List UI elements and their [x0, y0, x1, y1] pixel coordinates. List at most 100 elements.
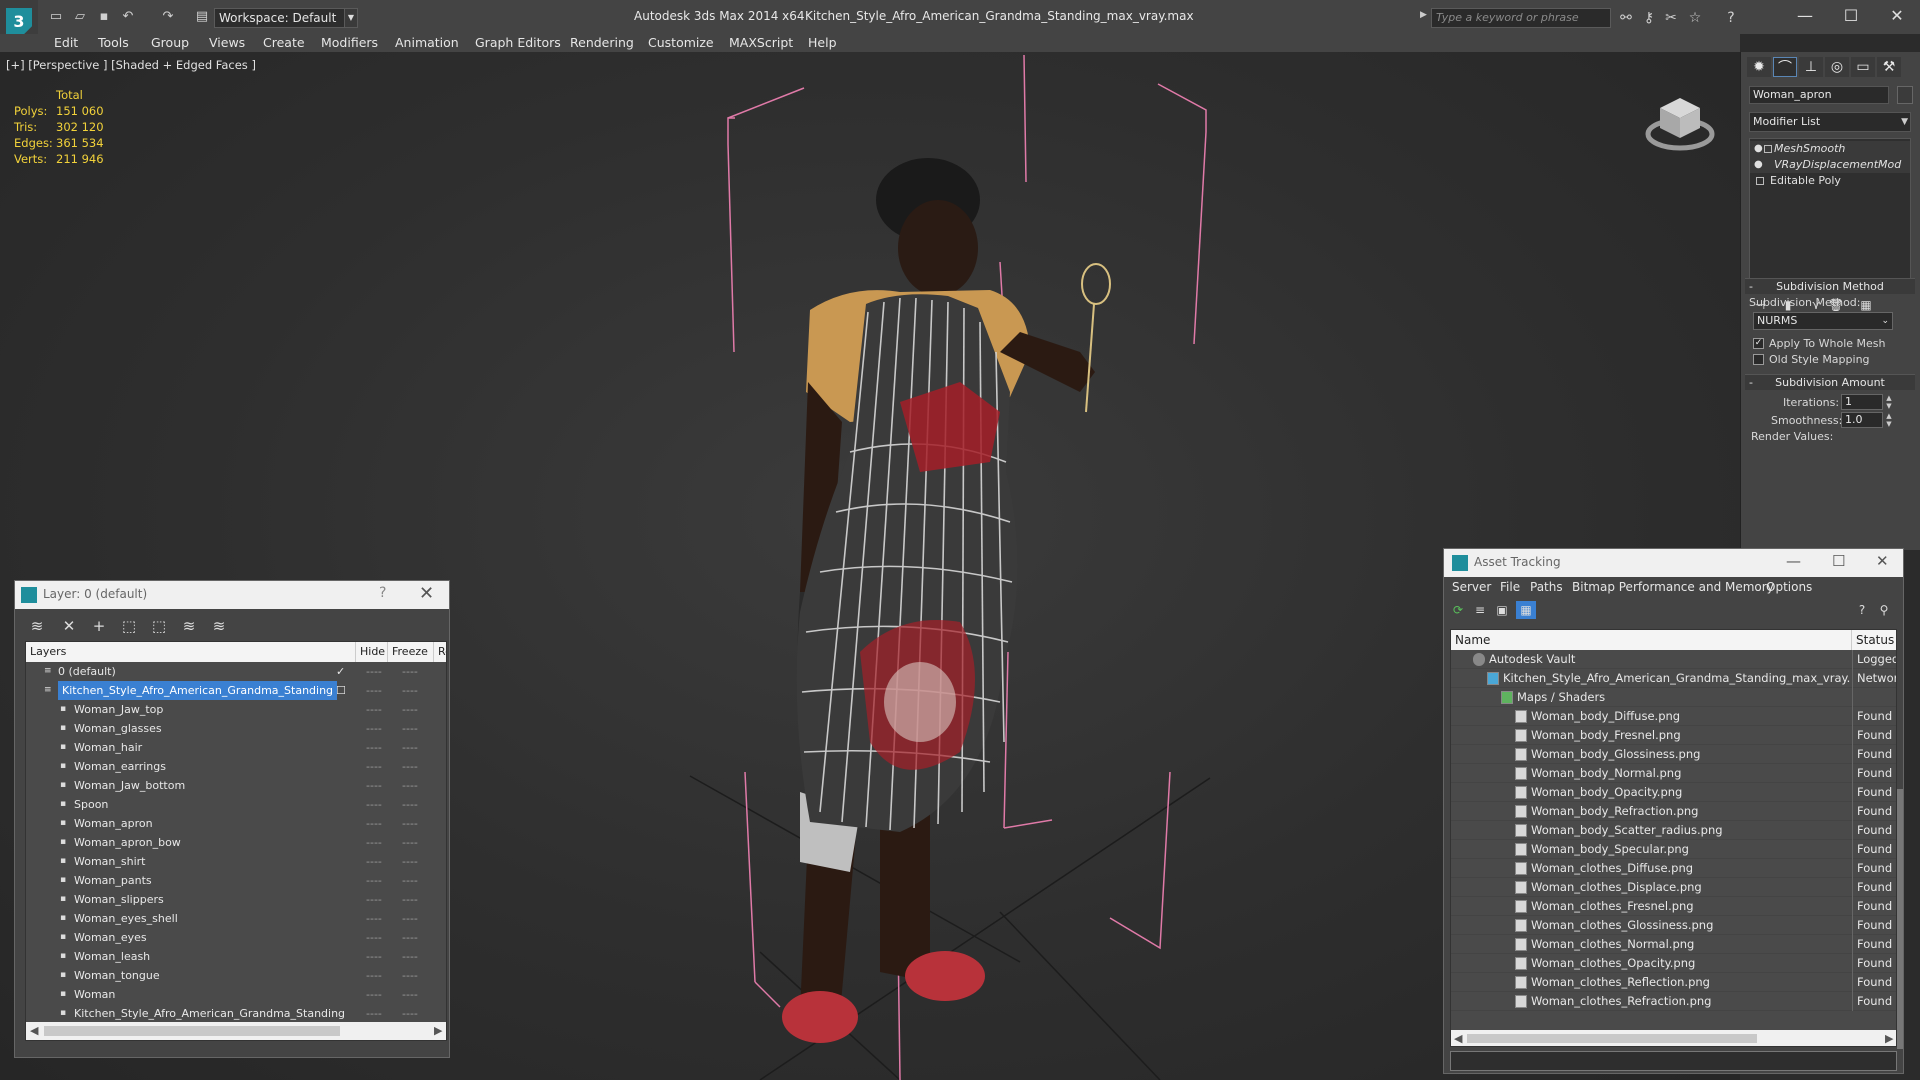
modify-tab-icon[interactable]: ⌒	[1773, 57, 1797, 77]
asset-menu-options[interactable]: Options	[1766, 580, 1812, 594]
maximize-button[interactable]: ☐	[1832, 552, 1845, 570]
asset-row[interactable]: Woman_body_Refraction.png Found	[1451, 802, 1896, 821]
layer-name[interactable]: Woman_pants	[74, 871, 152, 890]
horizontal-scrollbar[interactable]: ◀ ▶	[26, 1022, 446, 1040]
col-hide[interactable]: Hide	[356, 642, 388, 662]
menu-help[interactable]: Help	[808, 34, 837, 52]
close-button[interactable]: ✕	[1874, 2, 1920, 30]
display-tab-icon[interactable]: ▭	[1851, 57, 1875, 77]
hide-toggle[interactable]: ----	[366, 890, 382, 909]
layer-row[interactable]: ▪ Spoon ---- ----	[26, 795, 446, 814]
stack-item-vraydisplacement[interactable]: ● VRayDisplacementMod	[1750, 157, 1910, 173]
table-view-icon[interactable]: ▦	[1516, 601, 1536, 619]
workspace-dropdown-button[interactable]: ▼	[344, 8, 358, 28]
asset-row[interactable]: Woman_body_Opacity.png Found	[1451, 783, 1896, 802]
subdivision-method-dropdown[interactable]: NURMS ⌄	[1753, 312, 1893, 330]
help-icon[interactable]: ?	[1852, 601, 1872, 619]
asset-path-field[interactable]	[1450, 1051, 1897, 1071]
layer-row[interactable]: ▪ Woman_eyes_shell ---- ----	[26, 909, 446, 928]
layer-name[interactable]: Woman_earrings	[74, 757, 166, 776]
menu-views[interactable]: Views	[209, 34, 245, 52]
light-bulb-icon[interactable]: ●	[1754, 141, 1763, 157]
layer-name[interactable]: Kitchen_Style_Afro_American_Grandma_Stan…	[74, 1004, 345, 1023]
expand-box-icon[interactable]	[1756, 177, 1764, 185]
layer-name[interactable]: Woman_leash	[74, 947, 150, 966]
hide-toggle[interactable]: ----	[366, 814, 382, 833]
freeze-toggle[interactable]: ----	[402, 700, 418, 719]
undo-icon[interactable]: ↶	[120, 9, 136, 25]
old-style-mapping-checkbox[interactable]	[1753, 354, 1764, 365]
object-color-swatch[interactable]	[1897, 86, 1913, 104]
spinner-arrows-icon[interactable]: ▲ ▼	[1885, 394, 1893, 410]
menu-modifiers[interactable]: Modifiers	[321, 34, 378, 52]
hide-toggle[interactable]: ----	[366, 738, 382, 757]
vertical-scrollbar[interactable]	[1897, 789, 1903, 1049]
stack-item-meshsmooth[interactable]: ● MeshSmooth	[1750, 141, 1910, 157]
layer-row[interactable]: ▪ Woman_apron ---- ----	[26, 814, 446, 833]
layer-row[interactable]: ▪ Woman_tongue ---- ----	[26, 966, 446, 985]
utilities-tab-icon[interactable]: ⚒	[1877, 57, 1901, 77]
maximize-button[interactable]: ☐	[1828, 2, 1874, 30]
asset-menu-bitmap[interactable]: Bitmap Performance and Memory	[1572, 580, 1774, 594]
minimize-button[interactable]: —	[1786, 552, 1801, 570]
menu-edit[interactable]: Edit	[54, 34, 78, 52]
layer-name[interactable]: Woman_Jaw_bottom	[74, 776, 185, 795]
add-layer-icon[interactable]: +	[89, 616, 109, 636]
layer-name[interactable]: 0 (default)	[58, 662, 116, 681]
stack-item-editable-poly[interactable]: Editable Poly	[1750, 173, 1910, 189]
freeze-toggle[interactable]: ----	[402, 985, 418, 1004]
layer-name[interactable]: Kitchen_Style_Afro_American_Grandma_Stan…	[58, 681, 338, 700]
scrollbar-thumb[interactable]	[1467, 1034, 1757, 1043]
col-freeze[interactable]: Freeze	[388, 642, 434, 662]
menu-rendering[interactable]: Rendering	[570, 34, 634, 52]
open-file-icon[interactable]: ▱	[72, 9, 88, 25]
freeze-toggle[interactable]: ----	[402, 1004, 418, 1023]
binoculars-icon[interactable]: ⚯	[1617, 9, 1635, 27]
hide-toggle[interactable]: ----	[366, 681, 382, 700]
signin-icon[interactable]: ✂	[1662, 9, 1680, 27]
horizontal-scrollbar[interactable]: ◀ ▶	[1451, 1030, 1896, 1046]
asset-row[interactable]: Woman_clothes_Fresnel.png Found	[1451, 897, 1896, 916]
freeze-toggle[interactable]: ----	[402, 947, 418, 966]
expand-box-icon[interactable]	[1764, 145, 1772, 153]
asset-row[interactable]: Woman_clothes_Opacity.png Found	[1451, 954, 1896, 973]
scroll-left-icon[interactable]: ◀	[30, 1024, 38, 1037]
layer-name[interactable]: Woman_glasses	[74, 719, 162, 738]
freeze-toggle[interactable]: ----	[402, 757, 418, 776]
motion-tab-icon[interactable]: ◎	[1825, 57, 1849, 77]
layer-row[interactable]: ▪ Woman ---- ----	[26, 985, 446, 1004]
new-file-icon[interactable]: ▭	[48, 9, 64, 25]
freeze-toggle[interactable]: ----	[402, 852, 418, 871]
set-active-layer-icon[interactable]: ☐	[336, 681, 346, 700]
project-folder-icon[interactable]: ▤	[194, 9, 210, 25]
hide-toggle[interactable]: ----	[366, 662, 382, 681]
col-status[interactable]: Status	[1852, 630, 1896, 650]
layer-name[interactable]: Woman_eyes	[74, 928, 147, 947]
hide-toggle[interactable]: ----	[366, 776, 382, 795]
layer-row[interactable]: ▪ Woman_glasses ---- ----	[26, 719, 446, 738]
iterations-spinner[interactable]: 1	[1841, 394, 1883, 410]
asset-row[interactable]: Woman_body_Normal.png Found	[1451, 764, 1896, 783]
hide-all-icon[interactable]: ≋	[179, 616, 199, 636]
asset-row[interactable]: Woman_body_Specular.png Found	[1451, 840, 1896, 859]
asset-row[interactable]: Woman_clothes_Reflection.png Found	[1451, 973, 1896, 992]
freeze-toggle[interactable]: ----	[402, 776, 418, 795]
apply-whole-mesh-checkbox[interactable]: ✓	[1753, 338, 1764, 349]
layer-row[interactable]: ≡ Kitchen_Style_Afro_American_Grandma_Sta…	[26, 681, 446, 700]
asset-menu-file[interactable]: File	[1500, 580, 1520, 594]
modifier-list-dropdown[interactable]: Modifier List ▼	[1749, 112, 1911, 132]
delete-layer-icon[interactable]: ✕	[59, 616, 79, 636]
col-name[interactable]: Name	[1451, 630, 1852, 650]
minimize-button[interactable]: —	[1782, 2, 1828, 30]
help-button[interactable]: ?	[379, 585, 386, 601]
layer-name[interactable]: Woman_slippers	[74, 890, 164, 909]
asset-menu-server[interactable]: Server	[1452, 580, 1491, 594]
hide-toggle[interactable]: ----	[366, 1004, 382, 1023]
freeze-toggle[interactable]: ----	[402, 814, 418, 833]
layer-name[interactable]: Woman_hair	[74, 738, 142, 757]
layer-name[interactable]: Woman_eyes_shell	[74, 909, 178, 928]
subdivision-amount-rollout[interactable]: - Subdivision Amount	[1745, 374, 1915, 390]
layer-row[interactable]: ▪ Woman_pants ---- ----	[26, 871, 446, 890]
layers-icon[interactable]: ≋	[27, 616, 47, 636]
menu-group[interactable]: Group	[151, 34, 189, 52]
